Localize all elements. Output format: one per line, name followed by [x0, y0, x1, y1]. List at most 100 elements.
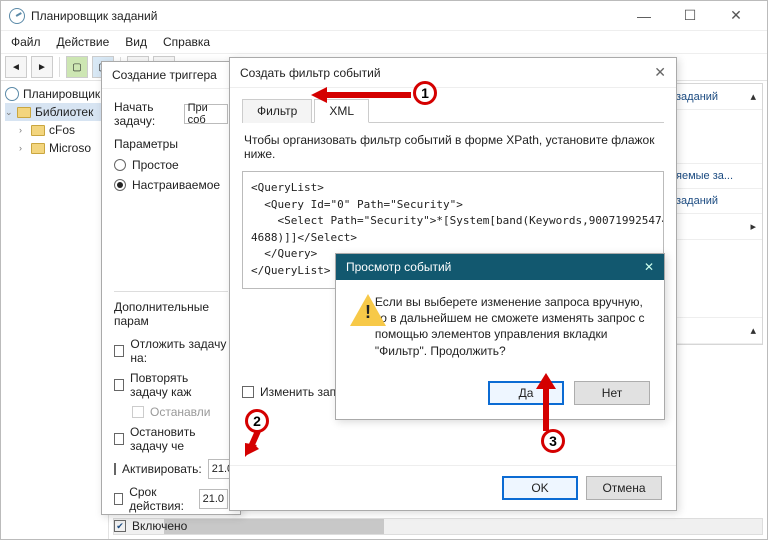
delay-checkbox[interactable] — [114, 345, 124, 357]
action-label: заданий — [676, 91, 718, 103]
divider — [114, 291, 228, 292]
stop-task-label: Остановить задачу че — [130, 425, 228, 453]
menubar: Файл Действие Вид Справка — [1, 31, 767, 53]
start-task-label: Начать задачу: — [114, 100, 178, 128]
menu-file[interactable]: Файл — [11, 35, 41, 49]
dialog-body: Начать задачу: При соб Параметры Простое… — [102, 89, 240, 540]
annotation-marker-3: 3 — [541, 429, 565, 453]
radio-custom[interactable] — [114, 179, 126, 191]
expire-label: Срок действия: — [129, 485, 192, 513]
menu-action[interactable]: Действие — [57, 35, 110, 49]
action-link-2[interactable]: яемые за... — [670, 164, 762, 189]
radio-simple-row[interactable]: Простое — [114, 155, 228, 175]
cancel-button[interactable]: Отмена — [586, 476, 662, 500]
actions-pane: заданий▴ яемые за... заданий ▸ ▴ — [669, 83, 763, 345]
messagebox-title: Просмотр событий — [346, 260, 451, 274]
action-link-3[interactable]: заданий — [670, 189, 762, 214]
folder-icon — [17, 107, 31, 118]
start-task-row: Начать задачу: При соб — [114, 97, 228, 131]
tab-filter[interactable]: Фильтр — [242, 99, 312, 123]
tree-item-label: Microso — [49, 141, 91, 155]
folder-icon — [31, 143, 45, 154]
create-trigger-dialog: Создание триггера Начать задачу: При соб… — [101, 61, 241, 515]
repeat-row: Повторять задачу каж — [114, 368, 228, 402]
stop-task-row: Остановить задачу че — [114, 422, 228, 456]
radio-simple-label: Простое — [132, 158, 179, 172]
caret-icon: › — [19, 125, 27, 135]
caret-icon: › — [19, 143, 27, 153]
expire-checkbox[interactable] — [114, 493, 123, 505]
close-icon[interactable]: ✕ — [654, 64, 666, 81]
window-controls: ― ☐ ✕ — [621, 2, 759, 30]
messagebox-text: Если вы выберете изменение запроса вручн… — [375, 294, 650, 359]
dialog-title: Создание триггера — [112, 68, 217, 82]
action-spacer — [670, 240, 762, 318]
params-group-label: Параметры — [114, 137, 228, 151]
clock-icon — [5, 87, 19, 101]
activate-label: Активировать: — [122, 462, 202, 476]
enabled-checkbox[interactable] — [114, 520, 126, 532]
confirm-messagebox: Просмотр событий ✕ ! Если вы выберете из… — [335, 253, 665, 420]
toolbar-forward-icon[interactable]: ► — [31, 56, 53, 78]
close-button[interactable]: ✕ — [713, 2, 759, 30]
enabled-row: Включено — [114, 516, 228, 536]
toolbar-back-icon[interactable]: ◄ — [5, 56, 27, 78]
toolbar-separator — [59, 57, 60, 77]
stop-task-checkbox[interactable] — [114, 433, 124, 445]
manual-edit-checkbox[interactable] — [242, 386, 254, 398]
stop-disabled-checkbox — [132, 406, 144, 418]
action-label: яемые за... — [676, 170, 733, 182]
menu-help[interactable]: Справка — [163, 35, 210, 49]
repeat-label: Повторять задачу каж — [130, 371, 228, 399]
tree-root-label: Планировщик — [23, 87, 100, 101]
tree-library[interactable]: ⌄ Библиотек — [5, 103, 104, 121]
warning-icon: ! — [350, 294, 361, 326]
tree-root[interactable]: Планировщик — [5, 85, 104, 103]
action-spacer — [670, 110, 762, 164]
activate-checkbox[interactable] — [114, 463, 116, 475]
expire-date-input[interactable]: 21.0 — [199, 489, 228, 509]
close-icon[interactable]: ✕ — [644, 260, 654, 274]
action-link-4[interactable]: ▸ — [670, 214, 762, 240]
radio-simple[interactable] — [114, 159, 126, 171]
tree-panel: Планировщик ⌄ Библиотек › cFos › Microso — [1, 81, 109, 539]
annotation-marker-1: 1 — [413, 81, 437, 105]
messagebox-body: ! Если вы выберете изменение запроса вру… — [336, 280, 664, 373]
extra-params-label: Дополнительные парам — [114, 300, 228, 328]
dialog-title: Создать фильтр событий — [240, 66, 381, 80]
tree-library-label: Библиотек — [35, 105, 93, 119]
maximize-button[interactable]: ☐ — [667, 2, 713, 30]
dialog-buttons: OK Отмена — [230, 465, 676, 510]
ok-button[interactable]: OK — [502, 476, 578, 500]
action-link-1[interactable]: заданий▴ — [670, 84, 762, 110]
dialog-titlebar: Создание триггера — [102, 62, 240, 89]
toolbar-btn-1[interactable]: ▢ — [66, 56, 88, 78]
yes-button[interactable]: Да — [488, 381, 564, 405]
app-window: Планировщик заданий ― ☐ ✕ Файл Действие … — [0, 0, 768, 540]
stop-disabled-label: Останавли — [150, 405, 210, 419]
annotation-marker-2: 2 — [245, 409, 269, 433]
repeat-checkbox[interactable] — [114, 379, 124, 391]
folder-icon — [31, 125, 45, 136]
messagebox-buttons: Да Нет — [336, 373, 664, 419]
chevron-up-icon: ▴ — [750, 324, 756, 337]
enabled-label: Включено — [132, 519, 187, 533]
filter-description: Чтобы организовать фильтр событий в форм… — [244, 133, 662, 161]
dialog-titlebar: Создать фильтр событий ✕ — [230, 58, 676, 88]
radio-custom-row[interactable]: Настраиваемое — [114, 175, 228, 195]
caret-icon: ⌄ — [5, 107, 13, 118]
titlebar: Планировщик заданий ― ☐ ✕ — [1, 1, 767, 31]
tree-item-cfos[interactable]: › cFos — [5, 121, 104, 139]
app-title: Планировщик заданий — [31, 9, 621, 23]
start-task-select[interactable]: При соб — [184, 104, 228, 124]
chevron-right-icon: ▸ — [750, 220, 756, 233]
no-button[interactable]: Нет — [574, 381, 650, 405]
action-link-5[interactable]: ▴ — [670, 318, 762, 344]
delay-label: Отложить задачу на: — [130, 337, 228, 365]
tree-item-microsoft[interactable]: › Microso — [5, 139, 104, 157]
tab-xml[interactable]: XML — [314, 99, 369, 123]
menu-view[interactable]: Вид — [125, 35, 147, 49]
app-icon — [9, 8, 25, 24]
minimize-button[interactable]: ― — [621, 2, 667, 30]
tabs: Фильтр XML — [242, 98, 664, 123]
